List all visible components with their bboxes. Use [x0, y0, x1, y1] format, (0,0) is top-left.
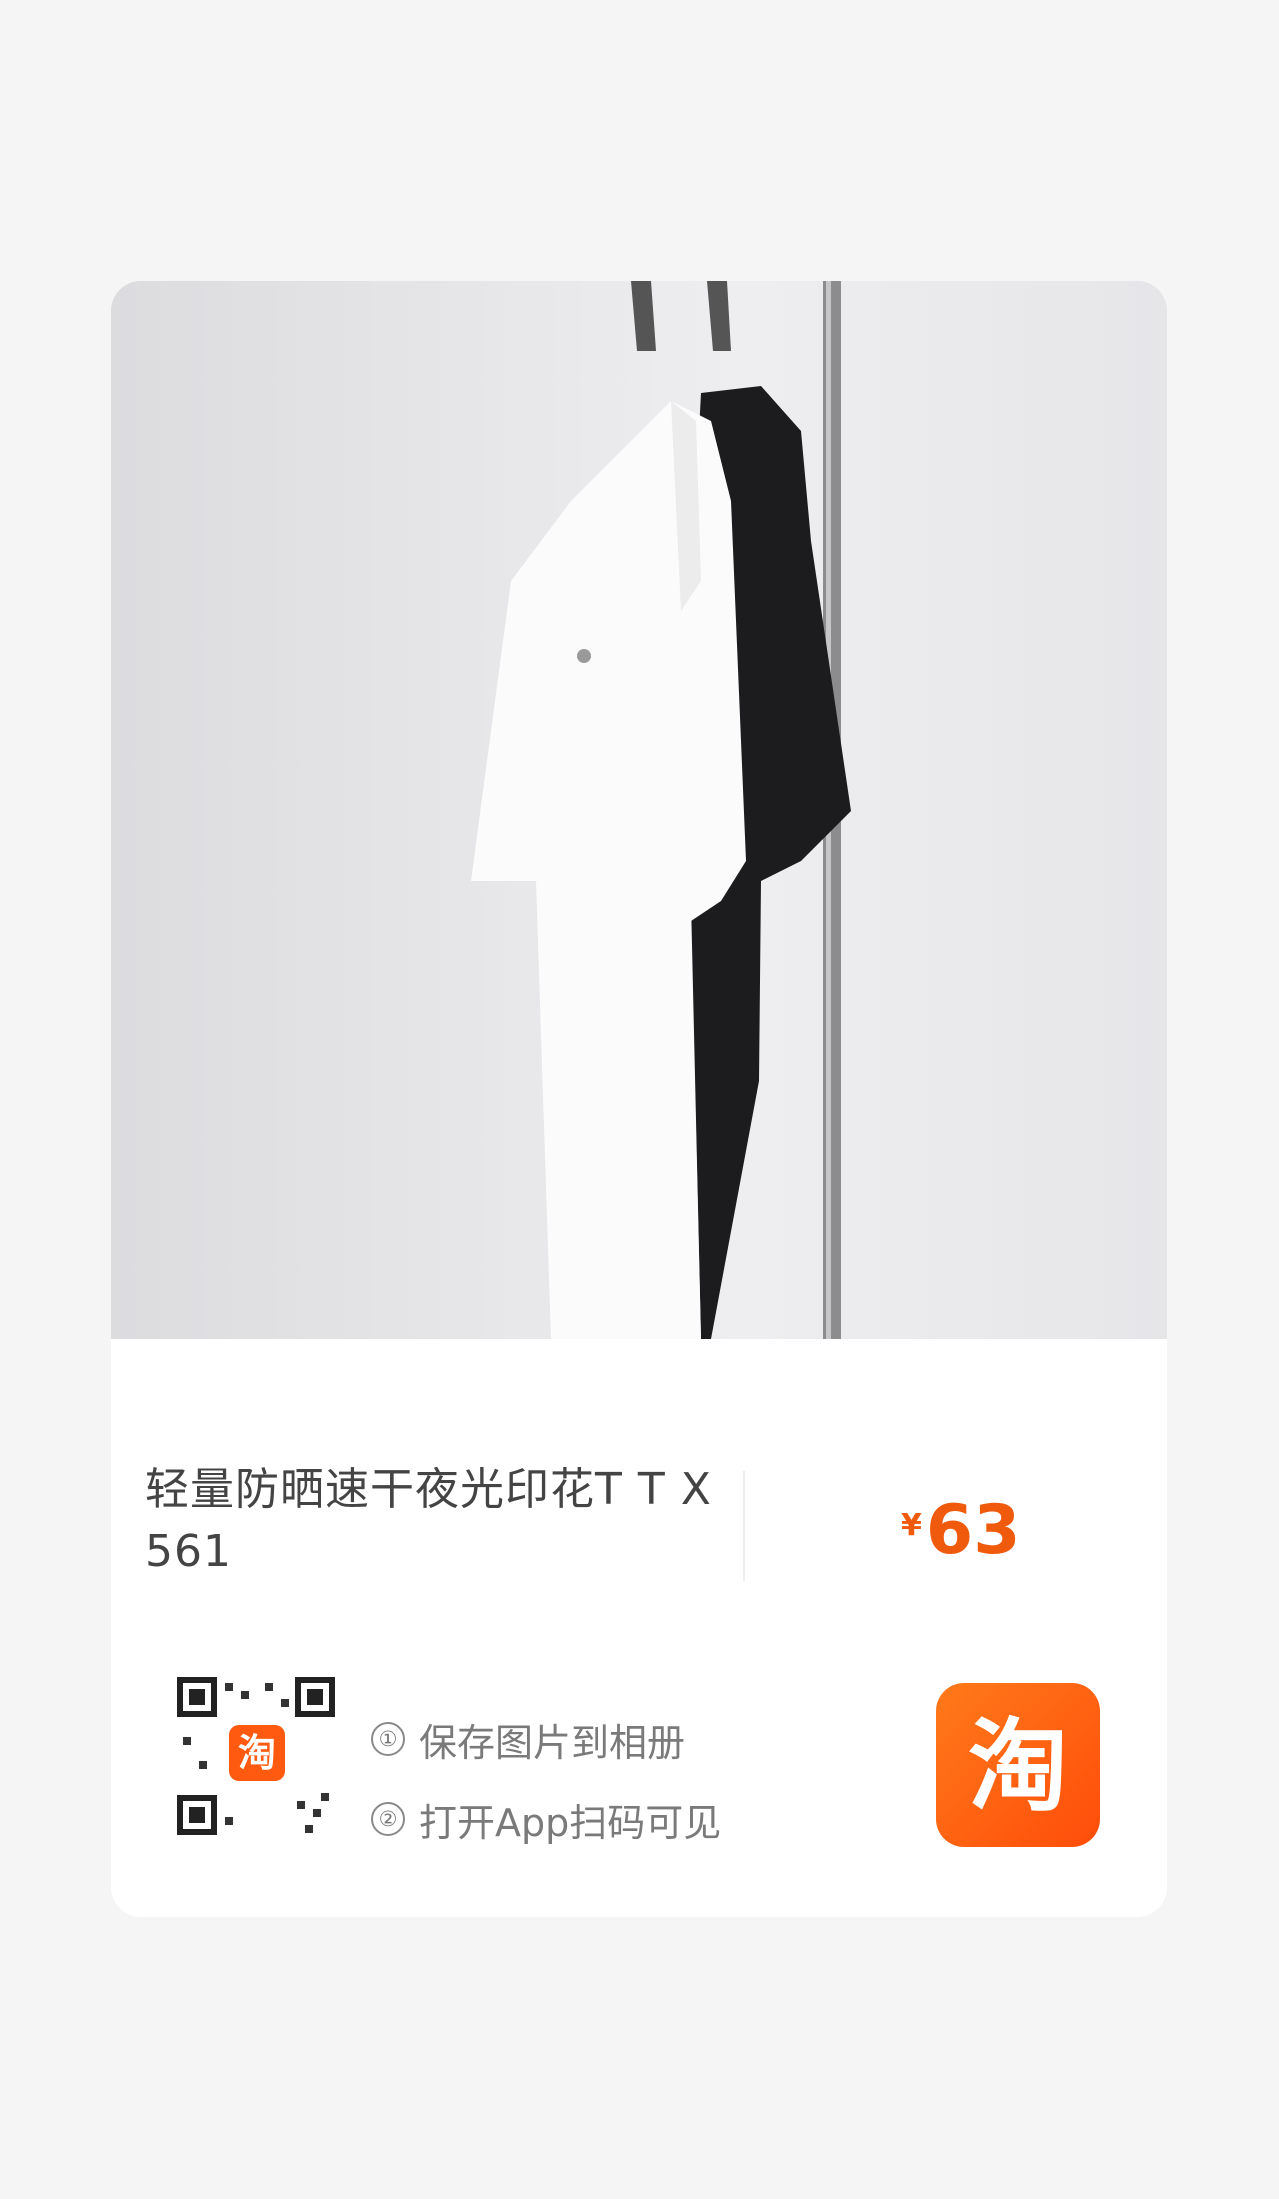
step-number: ① [371, 1722, 405, 1756]
share-steps: ① 保存图片到相册 ② 打开App扫码可见 [371, 1699, 721, 1859]
divider [743, 1471, 745, 1581]
product-title[interactable]: 轻量防晒速干夜光印花T T X561 [145, 1459, 725, 1583]
step-text: 打开App扫码可见 [419, 1800, 722, 1845]
svg-text:淘: 淘 [238, 1731, 276, 1775]
qr-code-icon[interactable]: 淘 [177, 1677, 337, 1837]
price-currency: ¥ [901, 1508, 922, 1543]
price-value: 63 [925, 1491, 1021, 1570]
step-number: ② [371, 1802, 405, 1836]
taobao-app-icon[interactable]: 淘 [936, 1683, 1100, 1847]
product-photo[interactable] [111, 281, 1167, 1339]
svg-text:淘: 淘 [968, 1708, 1068, 1825]
step-open-app: ② 打开App扫码可见 [371, 1779, 721, 1859]
step-text: 保存图片到相册 [419, 1720, 686, 1765]
taobao-qr-badge-icon: 淘 [229, 1725, 285, 1781]
product-share-card: 轻量防晒速干夜光印花T T X561 ¥63 淘 ① 保存图片到相册 ② 打开A… [111, 281, 1167, 1917]
product-price: ¥63 [901, 1491, 1021, 1570]
step-save: ① 保存图片到相册 [371, 1699, 721, 1779]
